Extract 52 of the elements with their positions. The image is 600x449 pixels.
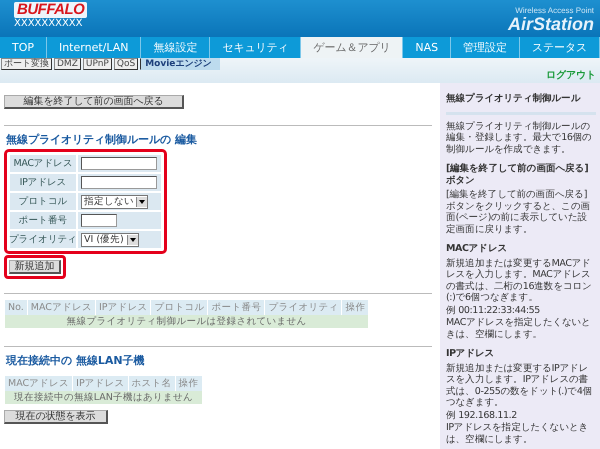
field-label: IPアドレス <box>10 174 76 191</box>
caret-icon <box>127 234 138 244</box>
dropdown[interactable]: VI (優先) <box>81 232 139 246</box>
column-header: ポート番号 <box>208 300 264 315</box>
input-field[interactable] <box>81 214 117 227</box>
device-name: XXXXXXXXXX <box>14 18 84 30</box>
help-text: 例 192.168.11.2 <box>446 410 518 421</box>
field-label: ポート番号 <box>10 212 76 229</box>
section-title: 現在接続中の 無線LAN子機 <box>6 354 145 367</box>
help-heading: [編集を終了して前の画面へ戻る]ボタン <box>446 163 590 186</box>
field-label: プロトコル <box>10 193 76 210</box>
section-title: 無線プライオリティ制御ルールの 編集 <box>6 133 197 146</box>
help-text: 新規追加または変更するIPアドレスを入力します。IPアドレスの書式は、0-255の数をドット(.)で4個つなぎます。 <box>446 362 594 408</box>
empty-message: 現在接続中の無線LAN子機はありません <box>5 391 202 404</box>
brand-logo: BUFFALO <box>14 2 88 18</box>
field-label: MACアドレス <box>10 155 76 172</box>
column-header: IPアドレス <box>73 376 128 391</box>
column-header: 操作 <box>342 300 368 315</box>
column-header: ホスト名 <box>128 376 175 391</box>
product-tagline: Wireless Access Point <box>515 6 594 15</box>
input-field[interactable] <box>81 157 157 170</box>
column-header: No. <box>5 300 27 315</box>
sub-tab[interactable]: Movieエンジン <box>140 58 220 70</box>
empty-message: 無線プライオリティ制御ルールは登録されていません <box>5 315 368 328</box>
nav-tab[interactable]: ゲーム＆アプリ <box>301 37 404 58</box>
help-text: 無線プライオリティ制御ルールの編集・登録します。最大で16個の制御ルールを作成できます。 <box>446 120 593 155</box>
caret-icon <box>136 196 147 206</box>
help-heading: MACアドレス <box>446 243 508 254</box>
sub-tab[interactable]: UPnP <box>82 58 112 70</box>
sub-tab[interactable]: ポート変換 <box>1 58 52 70</box>
column-header: MACアドレス <box>28 300 95 315</box>
help-title: 無線プライオリティ制御ルール <box>446 93 582 104</box>
help-text: MACアドレスを指定したくないときは、空欄にします。 <box>446 317 592 340</box>
help-text: [編集を終了して前の画面へ戻る]ボタンをクリックすると、この画面(ページ)の前に表示していた設定画面に戻ります。 <box>446 189 592 235</box>
field-label: プライオリティ <box>10 231 76 248</box>
help-text: IPアドレスを指定したくないときは、空欄にします。 <box>446 422 590 445</box>
column-header: MACアドレス <box>5 376 72 391</box>
add-button[interactable]: 新規追加 <box>9 260 61 274</box>
help-heading: IPアドレス <box>446 348 496 360</box>
input-field[interactable] <box>81 176 157 189</box>
dropdown[interactable]: 指定しない <box>81 194 148 208</box>
back-button[interactable]: 編集を終了して前の画面へ戻る <box>4 95 184 109</box>
product-logo: AirStation <box>508 15 594 34</box>
sub-tab[interactable]: QoS <box>114 58 138 70</box>
help-text: 例 00:11:22:33:44:55 <box>446 304 541 316</box>
column-header: IPアドレス <box>96 300 150 315</box>
help-text: 新規追加または変更するMACアドレスを入力します。MACアドレスの書式は、二桁の16進数をコロン(:)で6個つなぎます。 <box>446 258 593 304</box>
column-header: プロトコル <box>151 300 208 315</box>
column-header: プライオリティ <box>265 300 342 315</box>
sub-tab[interactable]: DMZ <box>54 58 81 70</box>
column-header: 操作 <box>176 376 202 391</box>
refresh-button[interactable]: 現在の状態を表示 <box>4 410 108 424</box>
